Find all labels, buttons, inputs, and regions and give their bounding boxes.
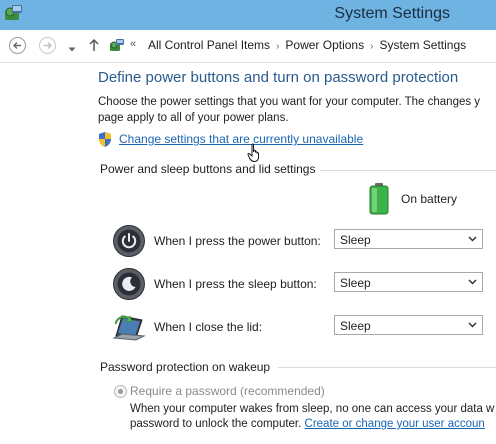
up-arrow-icon	[89, 38, 99, 51]
chevron-down-icon	[468, 236, 477, 242]
laptop-lid-icon	[112, 310, 146, 347]
up-button[interactable]	[88, 38, 100, 55]
require-password-description: When your computer wakes from sleep, no …	[130, 402, 496, 432]
power-button-row: When I press the power button: Sleep	[112, 224, 496, 258]
section-divider	[320, 170, 496, 171]
power-button-label: When I press the power button:	[154, 234, 321, 248]
require-password-radio[interactable]	[114, 385, 127, 398]
on-battery-column-header: On battery	[401, 192, 458, 206]
power-section-title: Power and sleep buttons and lid settings	[100, 162, 316, 176]
chevron-down-icon	[68, 47, 76, 52]
description-line: password to unlock the computer. Create …	[130, 417, 496, 432]
require-password-label[interactable]: Require a password (recommended)	[130, 384, 325, 398]
uac-shield-icon	[97, 131, 113, 151]
breadcrumb-item[interactable]: All Control Panel Items	[148, 38, 270, 52]
description-text: password to unlock the computer.	[130, 418, 305, 430]
address-bar: « All Control Panel Items › Power Options ›…	[0, 30, 496, 63]
sleep-button-icon	[112, 267, 146, 304]
back-arrow-icon	[13, 42, 21, 49]
select-value: Sleep	[340, 319, 371, 333]
chevron-down-icon	[468, 322, 477, 328]
sleep-button-action-select[interactable]: Sleep	[334, 272, 483, 292]
breadcrumb-item[interactable]: System Settings	[379, 38, 466, 52]
breadcrumb-separator-icon[interactable]: ›	[370, 41, 373, 52]
lid-close-row: When I close the lid: Sleep	[112, 310, 496, 344]
breadcrumb-separator-icon[interactable]: ›	[276, 41, 279, 52]
sleep-button-row: When I press the sleep button: Sleep	[112, 267, 496, 301]
power-button-action-select[interactable]: Sleep	[334, 229, 483, 249]
breadcrumb-item[interactable]: Power Options	[285, 38, 364, 52]
forward-arrow-icon	[44, 42, 52, 49]
select-value: Sleep	[340, 276, 371, 290]
page-description: Choose the power settings that you want …	[98, 94, 496, 126]
control-panel-icon[interactable]	[2, 2, 26, 26]
password-section-title: Password protection on wakeup	[100, 360, 271, 374]
chevron-down-icon	[468, 279, 477, 285]
change-settings-link[interactable]: Change settings that are currently unava…	[119, 132, 363, 146]
forward-button[interactable]	[39, 37, 56, 54]
power-button-icon	[112, 224, 146, 261]
sleep-button-label: When I press the sleep button:	[154, 277, 317, 291]
breadcrumb: All Control Panel Items › Power Options › Sy…	[148, 38, 466, 52]
recent-locations-button[interactable]	[68, 42, 76, 56]
lid-close-action-select[interactable]: Sleep	[334, 315, 483, 335]
breadcrumb-overflow[interactable]: «	[130, 38, 136, 50]
lid-close-label: When I close the lid:	[154, 320, 263, 334]
control-panel-small-icon	[108, 37, 126, 58]
description-line: Choose the power settings that you want …	[98, 96, 481, 108]
title-bar: System Settings	[0, 0, 496, 30]
section-divider	[278, 367, 496, 368]
battery-icon	[367, 183, 391, 218]
description-line: page apply to all of your power plans.	[98, 112, 289, 124]
window-title: System Settings	[334, 5, 450, 22]
back-button[interactable]	[9, 37, 26, 54]
page-title: Define power buttons and turn on passwor…	[98, 69, 459, 86]
select-value: Sleep	[340, 233, 371, 247]
description-line: When your computer wakes from sleep, no …	[130, 403, 495, 415]
user-account-password-link[interactable]: Create or change your user accoun	[305, 418, 485, 430]
